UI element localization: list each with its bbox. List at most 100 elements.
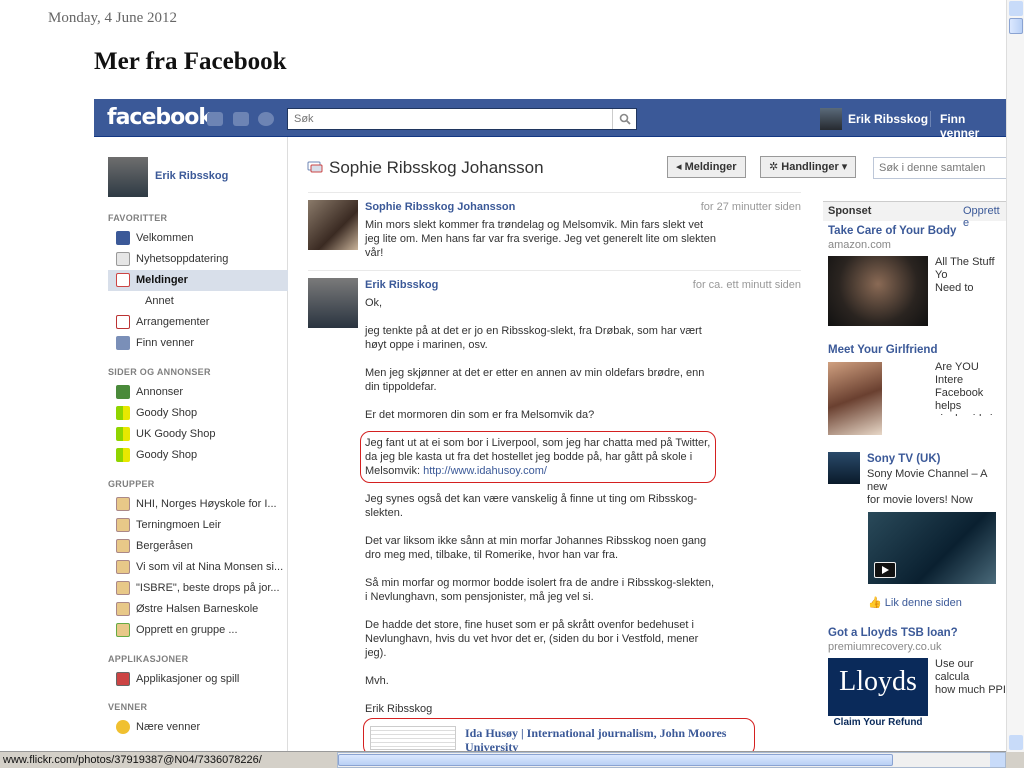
sidebar-item-welcome[interactable]: Velkommen [108,228,288,249]
sender-avatar[interactable] [308,200,358,250]
divider [930,111,931,127]
profile-link[interactable]: Erik Ribsskog [848,112,928,126]
message-paragraph: Så min morfar og mormor bodde isolert fr… [365,577,715,603]
ad-image[interactable]: Lloyds Claim Your Refund [828,658,928,730]
sidebar-item-label: NHI, Norges Høyskole for I... [136,498,277,510]
facebook-logo[interactable]: facebook [107,105,213,130]
sidebar-item-group-bergerasen[interactable]: Bergeråsen [108,536,288,557]
create-ad-link[interactable]: Opprett e [963,205,1006,229]
sidebar-item-find-friends[interactable]: Finn venner [108,333,288,354]
news-feed-icon [116,252,130,266]
back-to-messages-button[interactable]: ◂ Meldinger [667,156,746,178]
ad-title[interactable]: Meet Your Girlfriend [828,344,937,356]
create-group-link[interactable]: Opprett en gruppe ... [108,620,288,641]
find-friends-link[interactable]: Finn venner [940,112,1006,140]
page-icon [116,406,130,420]
like-page-link[interactable]: 👍 Lik denne siden [868,596,962,609]
post-title: Mer fra Facebook [94,48,287,75]
message-paragraph: Men jeg skjønner at det er etter en anne… [365,367,705,393]
attachment-title-link[interactable]: Ida Husøy | International journalism, Jo… [465,726,755,751]
ads-column: Sponset Opprett e Take Care of Your Body… [823,201,1006,751]
sidebar-item-label: "ISBRE", beste drops på jor... [136,582,280,594]
scroll-thumb[interactable] [338,754,893,766]
ad-title[interactable]: Sony TV (UK) [867,453,940,465]
sidebar-item-other[interactable]: Annet [108,291,288,312]
ad-page-logo[interactable] [828,452,860,484]
sidebar-item-goody-shop-2[interactable]: Goody Shop [108,445,288,466]
messages-icon[interactable] [233,112,249,126]
conversation-search-input[interactable]: Søk i denne samtalen [873,157,1006,179]
notifications-icon[interactable] [258,112,274,126]
like-label: Lik denne siden [884,597,962,609]
search-icon[interactable] [612,109,636,129]
message-sender[interactable]: Sophie Ribsskog Johansson [365,201,515,213]
add-group-icon [116,623,130,637]
page-icon [116,448,130,462]
attachment-thumbnail[interactable] [370,726,456,750]
message-paragraph: Min mors slekt kommer fra trøndelag og M… [365,219,716,259]
ad-image[interactable] [828,362,882,435]
friends-heading: VENNER [108,702,148,712]
ad-text: Sony Movie Channel – A new for movie lov… [867,468,987,508]
calendar-icon [116,315,130,329]
messages-icon [307,161,323,173]
message-paragraph: Jeg synes også det kan være vanskelig å … [365,493,698,519]
profile-picture[interactable] [108,157,148,197]
sidebar-item-goody-shop[interactable]: Goody Shop [108,403,288,424]
sidebar-item-label: Østre Halsen Barneskole [136,603,259,615]
group-icon [116,581,130,595]
sidebar-item-label: Finn venner [136,337,195,349]
sidebar-item-label: Nyhetsoppdatering [136,253,229,265]
friend-requests-icon[interactable] [207,112,223,126]
sidebar-item-label: Vi som vil at Nina Monsen si... [136,561,284,573]
profile-name[interactable]: Erik Ribsskog [155,170,228,182]
ad-video[interactable] [868,512,996,584]
ad-title[interactable]: Got a Lloyds TSB loan? [828,627,958,639]
message-paragraph: Er det mormoren din som er fra Melsomvik… [365,409,595,421]
group-icon [116,602,130,616]
page-icon [116,427,130,441]
sidebar-item-label: Opprett en gruppe ... [136,624,238,636]
conversation-title: Sophie Ribsskog Johansson [329,158,544,177]
sidebar-item-events[interactable]: Arrangementer [108,312,288,333]
scroll-corner [1006,752,1024,768]
search-input[interactable] [288,109,608,129]
ad-image-caption: Claim Your Refund [828,716,928,730]
play-icon[interactable] [874,562,896,578]
ad-image-brand: Lloyds [839,666,917,697]
sidebar-item-group-terningmoen[interactable]: Terningmoen Leir [108,515,288,536]
avatar[interactable] [820,108,842,130]
vertical-scrollbar[interactable] [1006,0,1024,752]
message-paragraph: jeg tenkte på at det er jo en Ribsskog-s… [365,325,702,351]
actions-button[interactable]: ✲ Handlinger ▾ [760,156,857,178]
sidebar-item-messages[interactable]: Meldinger [108,270,288,291]
sidebar-item-ads[interactable]: Annonser [108,382,288,403]
scroll-right-icon[interactable] [990,753,1005,767]
sidebar-item-uk-goody-shop[interactable]: UK Goody Shop [108,424,288,445]
sidebar-item-group-isbre[interactable]: "ISBRE", beste drops på jor... [108,578,288,599]
message-body: Ok, jeg tenkte på at det er jo en Ribssk… [365,296,717,716]
scroll-down-icon[interactable] [1009,735,1023,750]
group-icon [116,539,130,553]
sidebar-item-label: Applikasjoner og spill [136,673,240,685]
ad-title[interactable]: Take Care of Your Body [828,225,956,237]
sidebar-item-group-nhi[interactable]: NHI, Norges Høyskole for I... [108,494,288,515]
scroll-up-icon[interactable] [1009,1,1023,16]
sidebar-item-label: Meldinger [136,274,188,286]
divider [308,192,801,193]
scroll-thumb[interactable] [1009,18,1023,34]
sidebar-item-group-ostre-halsen[interactable]: Østre Halsen Barneskole [108,599,288,620]
search-box[interactable] [287,108,637,130]
post-date: Monday, 4 June 2012 [48,10,178,26]
ad-text: Are YOU Intere Facebook helps single gir… [935,361,999,416]
message-sender[interactable]: Erik Ribsskog [365,279,438,291]
groups-heading: GRUPPER [108,479,155,489]
sender-avatar[interactable] [308,278,358,328]
sidebar-item-news-feed[interactable]: Nyhetsoppdatering [108,249,288,270]
sidebar-item-group-nina-monsen[interactable]: Vi som vil at Nina Monsen si... [108,557,288,578]
sidebar-item-apps[interactable]: Applikasjoner og spill [108,669,288,690]
horizontal-scrollbar[interactable] [337,752,1006,768]
messages-icon [116,273,130,287]
sidebar-item-close-friends[interactable]: Nære venner [108,717,288,738]
ad-image[interactable] [828,256,928,326]
